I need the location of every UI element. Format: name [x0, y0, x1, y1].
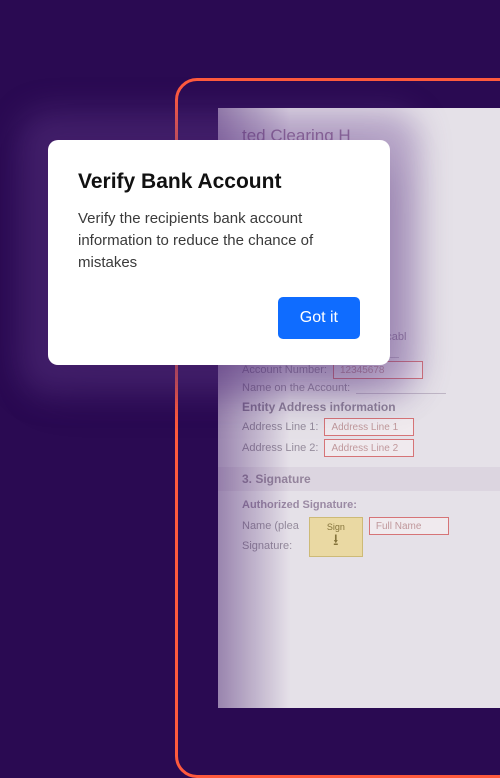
name-label: Name (plea	[242, 520, 299, 532]
sign-text: Sign	[327, 522, 345, 532]
address1-label: Address Line 1:	[242, 421, 318, 433]
name-on-account-label: Name on the Account:	[242, 382, 350, 394]
fullname-field[interactable]: Full Name	[369, 517, 449, 535]
account-number-label: Account Number:	[242, 364, 327, 376]
signature-section-header: 3. Signature	[218, 467, 500, 491]
got-it-button[interactable]: Got it	[278, 297, 360, 339]
modal-actions: Got it	[78, 297, 360, 339]
address2-label: Address Line 2:	[242, 442, 318, 454]
verify-bank-modal: Verify Bank Account Verify the recipient…	[48, 140, 390, 365]
modal-body: Verify the recipients bank account infor…	[78, 208, 360, 273]
modal-title: Verify Bank Account	[78, 170, 360, 194]
download-arrow-icon: ⭳	[310, 534, 362, 548]
sign-here-box[interactable]: Sign ⭳	[309, 517, 363, 557]
signature-label: Signature:	[242, 540, 292, 552]
address2-field[interactable]: Address Line 2	[324, 439, 414, 457]
address1-field[interactable]: Address Line 1	[324, 418, 414, 436]
entity-address-title: Entity Address information	[242, 400, 500, 414]
name-on-account-input[interactable]	[356, 382, 446, 394]
authorized-signature-label: Authorized Signature:	[242, 499, 500, 511]
